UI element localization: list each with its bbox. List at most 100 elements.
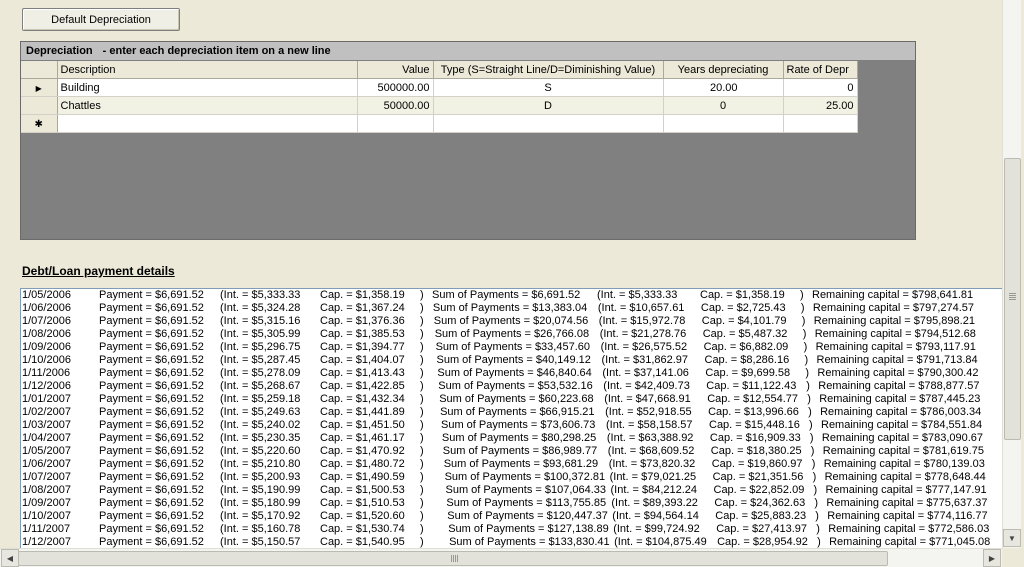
remaining-capital: Remaining capital = $798,641.81: [812, 289, 974, 301]
list-item: 1/11/2007 Payment = $6,691.52 (Int. = $5,1…: [21, 523, 1002, 536]
scroll-right-button[interactable]: ▶: [983, 549, 1001, 567]
cell-value[interactable]: 500000.00: [357, 78, 434, 97]
cell-description[interactable]: [57, 114, 358, 133]
payment-date: 1/09/2007: [22, 497, 71, 509]
cell-rate[interactable]: 25.00: [783, 96, 858, 115]
sum-close: ): [806, 380, 810, 392]
payment-interest: (Int. = $5,249.63: [220, 406, 301, 418]
remaining-capital: Remaining capital = $788,877.57: [818, 380, 980, 392]
payment-amount: Payment = $6,691.52: [99, 302, 204, 314]
sum-capital: Cap. = $18,380.25: [710, 445, 802, 457]
table-row[interactable]: Chattles 50000.00 D 0 25.00: [21, 96, 858, 115]
cell-years[interactable]: [663, 114, 784, 133]
payment-capital: Cap. = $1,441.89: [320, 406, 405, 418]
scroll-left-button[interactable]: ◀: [1, 549, 19, 567]
column-header-description[interactable]: Description: [57, 61, 358, 79]
payment-capital: Cap. = $1,413.43: [320, 367, 405, 379]
payment-amount: Payment = $6,691.52: [99, 523, 204, 535]
payment-capital: Cap. = $1,480.72: [320, 458, 405, 470]
payment-capital: Cap. = $1,376.36: [320, 315, 405, 327]
column-header-value[interactable]: Value: [357, 61, 434, 79]
payment-close: ): [420, 406, 424, 418]
payment-date: 1/10/2007: [22, 510, 71, 522]
new-row-icon: ✱: [34, 118, 43, 130]
list-item: 1/05/2007 Payment = $6,691.52 (Int. = $5,2…: [21, 445, 1002, 458]
scrollbar-corner: [1002, 548, 1024, 566]
payment-interest: (Int. = $5,305.99: [220, 328, 301, 340]
current-row-indicator[interactable]: ▶: [21, 78, 58, 97]
sum-interest: (Int. = $21,278.76: [599, 328, 687, 340]
sum-close: ): [811, 458, 816, 470]
cell-value[interactable]: [357, 114, 434, 133]
loan-payments-textbox[interactable]: 1/05/2006 Payment = $6,691.52 (Int. = $5,3…: [20, 288, 1003, 550]
cell-description[interactable]: Building: [57, 78, 358, 97]
payment-capital: Cap. = $1,451.50: [320, 419, 405, 431]
sum-of-payments: Sum of Payments = $46,840.64: [437, 367, 592, 379]
column-header-type[interactable]: Type (S=Straight Line/D=Diminishing Valu…: [433, 61, 664, 79]
payment-close: ): [420, 302, 424, 314]
sum-interest: (Int. = $31,862.97: [601, 354, 689, 366]
default-depreciation-button[interactable]: Default Depreciation: [22, 8, 180, 31]
sum-interest: (Int. = $5,333.33: [597, 289, 678, 301]
payment-amount: Payment = $6,691.52: [99, 328, 204, 340]
payment-close: ): [420, 419, 424, 431]
horizontal-scroll-thumb[interactable]: [18, 551, 888, 566]
column-header-rate[interactable]: Rate of Depr: [783, 61, 858, 79]
remaining-capital: Remaining capital = $791,713.84: [816, 354, 978, 366]
sum-capital: Cap. = $19,860.97: [711, 458, 803, 470]
payment-amount: Payment = $6,691.52: [99, 471, 204, 483]
scroll-down-button[interactable]: ▼: [1003, 529, 1021, 547]
loan-section-title: Debt/Loan payment details: [22, 264, 175, 278]
list-item: 1/09/2006 Payment = $6,691.52 (Int. = $5,2…: [21, 341, 1002, 354]
list-item: 1/10/2007 Payment = $6,691.52 (Int. = $5,1…: [21, 510, 1002, 523]
column-header-years[interactable]: Years depreciating: [663, 61, 784, 79]
sum-of-payments: Sum of Payments = $127,138.89: [448, 523, 609, 535]
arrow-down-icon: ▼: [1008, 533, 1016, 543]
payment-amount: Payment = $6,691.52: [99, 406, 204, 418]
payment-capital: Cap. = $1,394.77: [320, 341, 405, 353]
sum-of-payments: Sum of Payments = $73,606.73: [441, 419, 596, 431]
vertical-scroll-thumb[interactable]: [1004, 158, 1021, 440]
payment-interest: (Int. = $5,287.45: [220, 354, 301, 366]
sum-interest: (Int. = $10,657.61: [597, 302, 685, 314]
sum-close: ): [802, 328, 807, 340]
cell-years[interactable]: 20.00: [663, 78, 784, 97]
new-row-indicator[interactable]: ✱: [21, 114, 58, 133]
sum-of-payments: Sum of Payments = $113,755.85: [446, 497, 607, 509]
sum-capital: Cap. = $21,351.56: [712, 471, 804, 483]
sum-capital: Cap. = $1,358.19: [700, 289, 785, 301]
row-selector-header[interactable]: [21, 61, 58, 79]
sum-close: ): [815, 510, 819, 522]
row-selector[interactable]: [21, 96, 58, 115]
sum-interest: (Int. = $47,668.91: [604, 393, 691, 405]
cell-years[interactable]: 0: [663, 96, 784, 115]
cell-rate[interactable]: [783, 114, 858, 133]
horizontal-scrollbar[interactable]: ◀ ▶: [0, 548, 1002, 567]
cell-type[interactable]: [433, 114, 664, 133]
payment-interest: (Int. = $5,324.28: [220, 302, 301, 314]
payment-close: ): [420, 341, 424, 353]
depreciation-caption-title: Depreciation: [26, 45, 93, 57]
table-row[interactable]: ▶ Building 500000.00 S 20.00 0: [21, 78, 858, 97]
payment-close: ): [420, 497, 424, 509]
sum-of-payments: Sum of Payments = $80,298.25: [441, 432, 597, 444]
sum-of-payments: Sum of Payments = $6,691.52: [432, 289, 581, 301]
cell-description[interactable]: Chattles: [57, 96, 358, 115]
cell-rate[interactable]: 0: [783, 78, 858, 97]
sum-of-payments: Sum of Payments = $66,915.21: [440, 406, 595, 418]
new-row[interactable]: ✱: [21, 114, 858, 133]
list-item: 1/08/2006 Payment = $6,691.52 (Int. = $5,3…: [21, 328, 1002, 341]
remaining-capital: Remaining capital = $778,648.44: [824, 471, 986, 483]
cell-type[interactable]: S: [433, 78, 664, 97]
list-item: 1/06/2007 Payment = $6,691.52 (Int. = $5,2…: [21, 458, 1002, 471]
payment-close: ): [420, 484, 424, 496]
sum-interest: (Int. = $26,575.52: [600, 341, 688, 353]
cell-type[interactable]: D: [433, 96, 664, 115]
vertical-scrollbar[interactable]: ▼: [1002, 0, 1021, 548]
cell-value[interactable]: 50000.00: [357, 96, 434, 115]
remaining-capital: Remaining capital = $797,274.57: [812, 302, 975, 314]
payment-close: ): [420, 458, 424, 470]
list-item: 1/06/2006 Payment = $6,691.52 (Int. = $5,3…: [21, 302, 1002, 315]
sum-interest: (Int. = $73,820.32: [608, 458, 696, 470]
sum-close: ): [805, 367, 810, 379]
